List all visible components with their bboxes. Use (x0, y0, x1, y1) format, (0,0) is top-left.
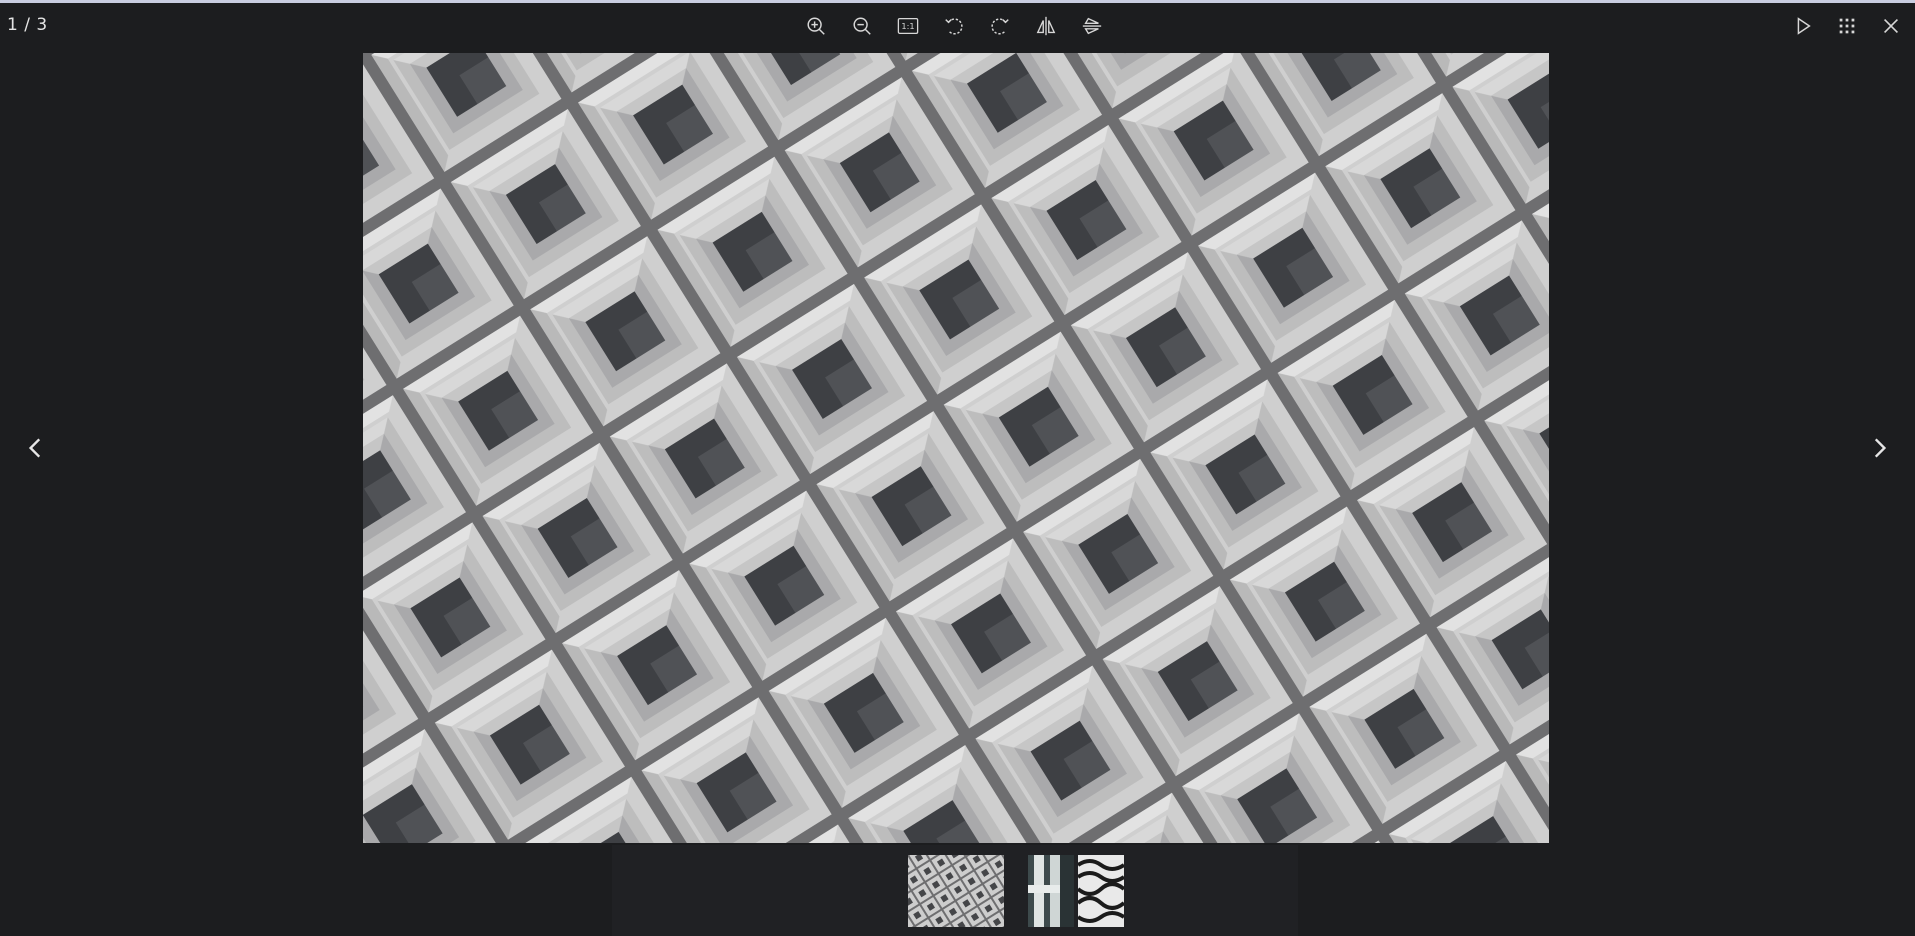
close-icon[interactable] (1875, 10, 1907, 42)
grid-view-icon[interactable] (1831, 10, 1863, 42)
image-viewer: 1 / 3 1:1 (0, 0, 1915, 936)
image-toolbar: 1:1 (800, 10, 1108, 42)
top-accent-line (0, 0, 1915, 3)
thumbnail-list (908, 855, 1124, 927)
flip-horizontal-icon[interactable] (1030, 10, 1062, 42)
flip-vertical-icon[interactable] (1076, 10, 1108, 42)
actual-size-icon[interactable]: 1:1 (892, 10, 924, 42)
chevron-right-icon[interactable] (1861, 430, 1897, 466)
actual-size-label: 1:1 (901, 21, 914, 31)
main-image-concrete-facade (363, 53, 1549, 843)
chevron-left-icon[interactable] (18, 430, 54, 466)
zoom-out-icon[interactable] (846, 10, 878, 42)
play-slideshow-icon[interactable] (1787, 10, 1819, 42)
thumbnail-concrete-facade[interactable] (908, 855, 1004, 927)
rotate-left-icon[interactable] (938, 10, 970, 42)
thumbnail-wavy-pattern[interactable] (1078, 855, 1124, 927)
image-counter: 1 / 3 (7, 15, 48, 35)
thumbnail-white-sculpture[interactable] (1028, 855, 1074, 927)
right-toolbar (1787, 10, 1907, 42)
rotate-right-icon[interactable] (984, 10, 1016, 42)
zoom-in-icon[interactable] (800, 10, 832, 42)
